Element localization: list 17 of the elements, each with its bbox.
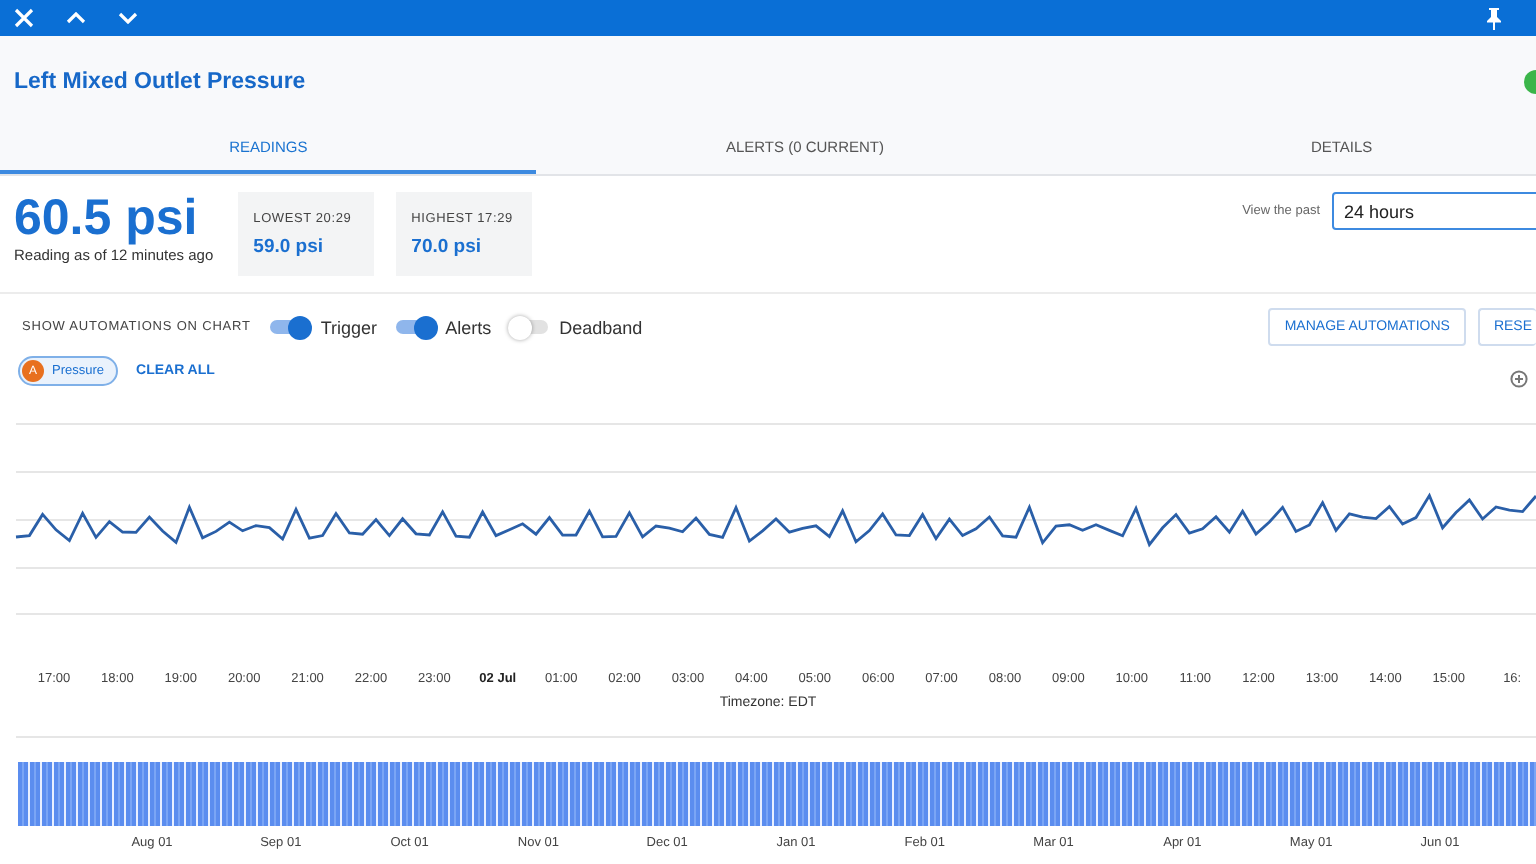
range-select[interactable]: 24 hours — [1332, 192, 1536, 230]
stat-value: 70.0 psi — [411, 236, 484, 258]
stat-value: 59.0 psi — [253, 236, 326, 258]
navigator-bars-drawing[interactable] — [18, 762, 1536, 826]
toggle-label: Trigger — [320, 317, 378, 337]
zoom-in-icon[interactable] — [1510, 370, 1528, 388]
chevron-down-icon[interactable] — [118, 12, 138, 24]
toggle-switch[interactable] — [395, 320, 434, 334]
sensor-title: Left Mixed Outlet Pressure — [14, 70, 306, 94]
toggle-switch[interactable] — [509, 320, 548, 334]
toggle-switch[interactable] — [270, 320, 309, 334]
toggle-label: Deadband — [559, 317, 643, 337]
chevron-up-icon[interactable] — [66, 12, 86, 24]
close-icon[interactable] — [14, 8, 34, 28]
toggle-label: Alerts — [445, 317, 492, 337]
current-reading: 60.5 psi — [14, 192, 200, 244]
pin-icon[interactable] — [1486, 7, 1502, 29]
